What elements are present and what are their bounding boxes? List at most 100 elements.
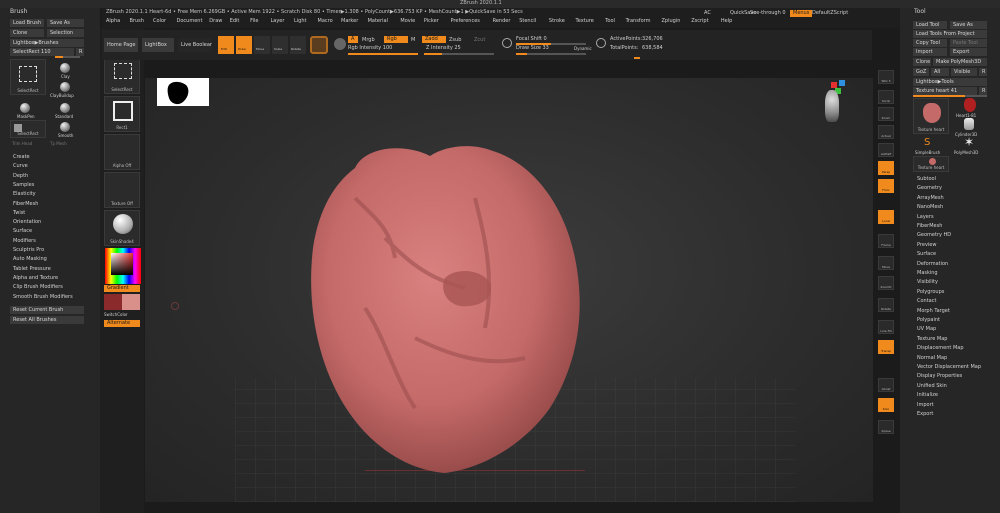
brush-thumb-selectrect-2[interactable]: SelectRect — [10, 120, 46, 138]
color-mode-icon[interactable] — [334, 38, 346, 50]
shelf-move-button[interactable]: Move — [878, 256, 894, 270]
tool-section-polygroups[interactable]: Polygroups — [917, 289, 944, 295]
menu-help[interactable]: Help — [721, 18, 732, 24]
heart-mesh[interactable] — [295, 138, 595, 478]
visible-button[interactable]: Visible — [951, 68, 977, 76]
zcut-button[interactable]: Zcut — [474, 37, 485, 44]
tool-thumb-texture-heart[interactable]: Texture heart — [913, 98, 949, 134]
shelf-frame-button[interactable]: Frame — [878, 234, 894, 248]
all-button[interactable]: All — [931, 68, 949, 76]
brush-section-clip-brush-modifiers[interactable]: Clip Brush Modifiers — [13, 284, 63, 290]
tool-section-export[interactable]: Export — [917, 411, 933, 417]
heart-tool-icon[interactable] — [964, 98, 976, 112]
brush-section-fibermesh[interactable]: FiberMesh — [13, 201, 38, 207]
paste-tool-button[interactable]: Paste Tool — [950, 39, 987, 47]
live-boolean-button[interactable]: Live Boolean — [178, 38, 212, 52]
menu-light[interactable]: Light — [294, 18, 306, 24]
brush-r-button[interactable]: R — [76, 48, 84, 56]
default-zscript-button[interactable]: DefaultZScript — [812, 10, 848, 17]
menu-zscript[interactable]: Zscript — [691, 18, 708, 24]
tool-section-displacement-map[interactable]: Displacement Map — [917, 345, 964, 351]
document-canvas[interactable] — [145, 78, 873, 502]
simplebrush-tool-icon[interactable]: S — [924, 138, 934, 148]
zsub-button[interactable]: Zsub — [449, 37, 461, 44]
tool-section-arraymesh[interactable]: ArrayMesh — [917, 195, 944, 201]
mrgb-button[interactable]: Mrgb — [362, 37, 375, 44]
color-picker[interactable] — [105, 248, 141, 284]
tool-section-display-properties[interactable]: Display Properties — [917, 373, 962, 379]
brush-section-alpha-and-texture[interactable]: Alpha and Texture — [13, 275, 58, 281]
menu-file[interactable]: File — [250, 18, 258, 24]
shelf-aahalf-button[interactable]: AAHalf — [878, 143, 894, 157]
maskpen-brush-icon[interactable] — [20, 103, 30, 113]
tool-section-preview[interactable]: Preview — [917, 242, 936, 248]
reset-all-brushes-button[interactable]: Reset All Brushes — [10, 316, 84, 324]
tool-section-uv-map[interactable]: UV Map — [917, 326, 936, 332]
draw-mode-button[interactable]: Draw — [236, 36, 252, 54]
select-rect-tile[interactable]: SelectRect — [104, 58, 140, 94]
brush-section-elasticity[interactable]: Elasticity — [13, 191, 36, 197]
brush-section-tablet-pressure[interactable]: Tablet Pressure — [13, 266, 51, 272]
orientation-head-icon[interactable] — [825, 90, 839, 122]
zadd-button[interactable]: Zadd — [422, 36, 446, 43]
shelf-scroll-button[interactable]: Scroll — [878, 90, 894, 104]
tool-section-unified-skin[interactable]: Unified Skin — [917, 383, 947, 389]
save-tool-as-button[interactable]: Save As — [950, 21, 987, 29]
menu-tool[interactable]: Tool — [605, 18, 615, 24]
brush-section-depth[interactable]: Depth — [13, 173, 28, 179]
texture-tile[interactable]: Texture Off — [104, 172, 140, 208]
brush-section-surface[interactable]: Surface — [13, 228, 32, 234]
tool-thumb-texture-heart-2[interactable]: Texture heart — [913, 156, 949, 172]
edit-mode-button[interactable]: Edit — [218, 36, 234, 54]
material-tile[interactable]: SkinShade4 — [104, 210, 140, 246]
brush-section-create[interactable]: Create — [13, 154, 30, 160]
brush-section-smooth-brush-modifiers[interactable]: Smooth Brush Modifiers — [13, 294, 73, 300]
make-polymesh-button[interactable]: Make PolyMesh3D — [933, 58, 987, 66]
menu-preferences[interactable]: Preferences — [451, 18, 480, 24]
brush-thumb-selectrect[interactable]: SelectRect — [10, 59, 46, 95]
load-tool-button[interactable]: Load Tool — [913, 21, 947, 29]
brush-section-modifiers[interactable]: Modifiers — [13, 238, 36, 244]
menu-alpha[interactable]: Alpha — [106, 18, 120, 24]
export-tool-button[interactable]: Export — [950, 48, 987, 56]
menu-layer[interactable]: Layer — [271, 18, 285, 24]
shelf-persp-button[interactable]: Persp — [878, 161, 894, 175]
current-tool-slider[interactable]: Texture heart 41 — [913, 87, 977, 95]
menu-draw[interactable]: Draw — [209, 18, 222, 24]
tool-section-fibermesh[interactable]: FiberMesh — [917, 223, 942, 229]
import-tool-button[interactable]: Import — [913, 48, 947, 56]
brush-section-twist[interactable]: Twist — [13, 210, 25, 216]
menu-zplugin[interactable]: Zplugin — [662, 18, 681, 24]
load-from-project-button[interactable]: Load Tools From Project — [913, 30, 987, 38]
shelf-zoom-button[interactable]: Zoom — [878, 107, 894, 121]
sculptris-icon[interactable] — [310, 36, 328, 54]
lightbox-button[interactable]: LightBox — [142, 38, 174, 52]
tool-section-deformation[interactable]: Deformation — [917, 261, 948, 267]
claybuildup-brush-icon[interactable] — [60, 82, 70, 92]
save-brush-as-button[interactable]: Save As — [47, 19, 84, 27]
selection-button[interactable]: Selection — [47, 29, 84, 37]
tool-section-normal-map[interactable]: Normal Map — [917, 355, 947, 361]
color-picker-square[interactable] — [111, 253, 133, 275]
tool-section-geometry-hd[interactable]: Geometry HD — [917, 232, 951, 238]
tool-section-nanomesh[interactable]: NanoMesh — [917, 204, 943, 210]
tool-section-morph-target[interactable]: Morph Target — [917, 308, 950, 314]
tool-section-masking[interactable]: Masking — [917, 270, 938, 276]
menu-picker[interactable]: Picker — [424, 18, 439, 24]
z-intensity-slider[interactable]: Z Intensity 25 — [426, 45, 461, 52]
rgb-intensity-slider[interactable]: Rgb Intensity 100 — [348, 45, 392, 52]
shelf-transp-button[interactable]: Transp — [878, 340, 894, 354]
dynamic-button[interactable]: Dynamic — [574, 45, 592, 52]
see-through-slider[interactable]: See-through 0 — [750, 10, 786, 17]
rotate-mode-button[interactable]: Rotate — [290, 36, 306, 54]
shelf-rotate-button[interactable]: Rotate — [878, 298, 894, 312]
shelf-zoomd-button[interactable]: ZoomD — [878, 276, 894, 290]
move-mode-button[interactable]: Move — [254, 36, 270, 54]
menu-material[interactable]: Material — [368, 18, 388, 24]
shelf-line-fill-button[interactable]: Line Fill — [878, 320, 894, 334]
navigation-thumbnail[interactable] — [157, 78, 209, 106]
menu-marker[interactable]: Marker — [341, 18, 358, 24]
lightbox-tools-button[interactable]: Lightbox▶Tools — [913, 78, 987, 86]
tool-section-import[interactable]: Import — [917, 402, 934, 408]
rect1-tile[interactable]: Rect1 — [104, 96, 140, 132]
